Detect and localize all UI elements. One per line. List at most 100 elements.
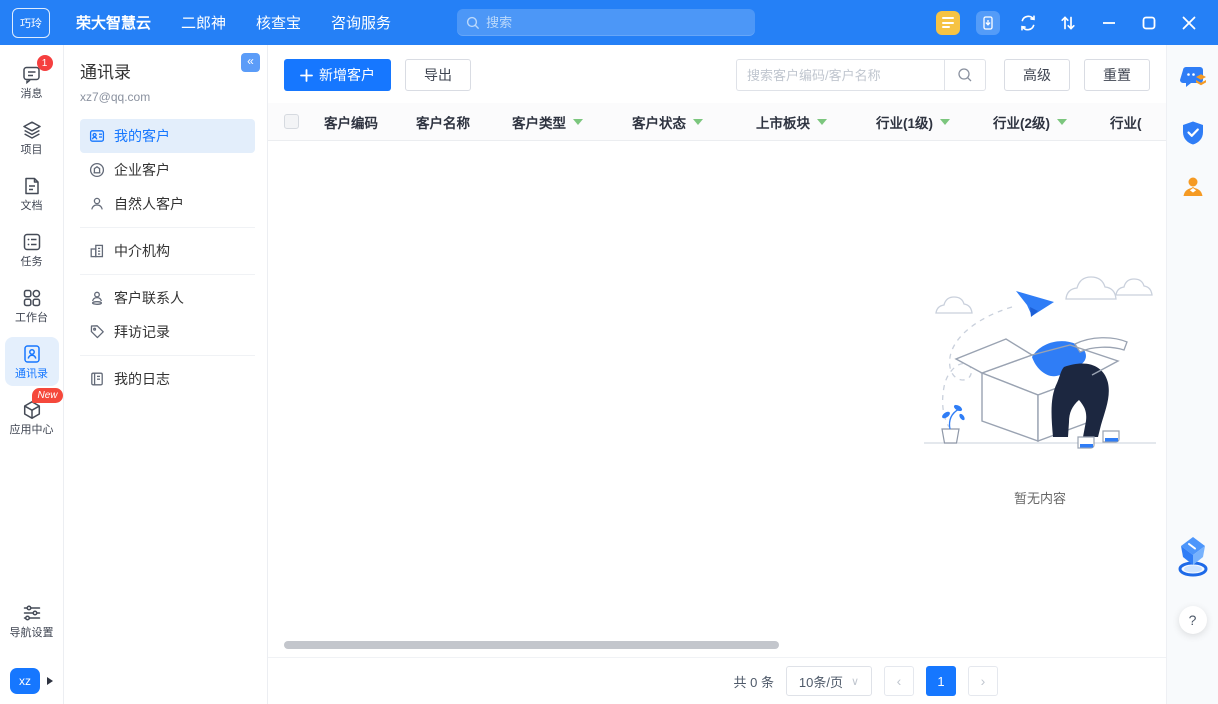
new-badge: New bbox=[32, 388, 62, 403]
column-industry-l2[interactable]: 行业(2级) bbox=[993, 112, 1110, 132]
sidebar-item-app-center[interactable]: 应用中心 New bbox=[5, 393, 59, 442]
sidebar-item-contacts[interactable]: 通讯录 bbox=[5, 337, 59, 386]
menu-item-visit-records[interactable]: 拜访记录 bbox=[80, 315, 255, 349]
contacts-menu: 我的客户 企业客户 自然人客户 中介机构 客 bbox=[80, 119, 255, 396]
customer-service-chat-icon[interactable] bbox=[1179, 65, 1207, 96]
global-search-box[interactable] bbox=[457, 9, 755, 36]
column-industry-l1[interactable]: 行业(1级) bbox=[876, 112, 993, 132]
select-all-checkbox[interactable] bbox=[284, 114, 299, 129]
avatar-expand-arrow[interactable] bbox=[47, 677, 53, 685]
export-button[interactable]: 导出 bbox=[405, 59, 471, 91]
prev-page-button[interactable]: ‹ bbox=[884, 666, 914, 696]
help-button[interactable]: ? bbox=[1179, 606, 1207, 634]
empty-illustration bbox=[920, 245, 1160, 455]
contacts-panel: « 通讯录 xz7@qq.com 我的客户 企业客户 自然人客户 bbox=[64, 45, 268, 704]
top-nav: 荣大智慧云 二郎神 核查宝 咨询服务 bbox=[76, 12, 391, 33]
filter-caret-icon[interactable] bbox=[1057, 119, 1067, 125]
menu-item-label: 客户联系人 bbox=[114, 288, 184, 308]
enterprise-icon bbox=[89, 162, 105, 178]
gem-cube-icon[interactable] bbox=[1175, 535, 1211, 582]
sidebar-item-workbench[interactable]: 工作台 bbox=[5, 281, 59, 330]
maximize-button[interactable] bbox=[1134, 8, 1164, 38]
column-customer-name[interactable]: 客户名称 bbox=[416, 112, 512, 132]
plus-icon bbox=[300, 69, 313, 82]
filter-caret-icon[interactable] bbox=[573, 119, 583, 125]
sidebar-item-tasks[interactable]: 任务 bbox=[5, 225, 59, 274]
id-card-icon bbox=[89, 128, 105, 144]
notes-icon[interactable] bbox=[936, 11, 960, 35]
menu-item-individual-customers[interactable]: 自然人客户 bbox=[80, 187, 255, 221]
app-window: 巧玲 荣大智慧云 二郎神 核查宝 咨询服务 bbox=[0, 0, 1218, 704]
menu-item-customer-contacts[interactable]: 客户联系人 bbox=[80, 281, 255, 315]
primary-sidebar: 消息 1 项目 文档 任务 工作台 通讯录 bbox=[0, 45, 64, 704]
add-customer-button[interactable]: 新增客户 bbox=[284, 59, 391, 91]
app-download-icon[interactable] bbox=[976, 11, 1000, 35]
column-customer-type[interactable]: 客户类型 bbox=[512, 112, 632, 132]
sidebar-item-messages[interactable]: 消息 1 bbox=[5, 57, 59, 106]
sync-icon[interactable] bbox=[1016, 11, 1040, 35]
menu-divider bbox=[80, 227, 255, 228]
chevron-down-icon: ∨ bbox=[851, 675, 859, 688]
titlebar-actions bbox=[936, 11, 1080, 35]
collapse-panel-button[interactable]: « bbox=[241, 53, 260, 72]
close-button[interactable] bbox=[1174, 8, 1204, 38]
customer-search-button[interactable] bbox=[944, 59, 986, 91]
sidebar-item-documents[interactable]: 文档 bbox=[5, 169, 59, 218]
menu-divider bbox=[80, 274, 255, 275]
title-bar: 巧玲 荣大智慧云 二郎神 核查宝 咨询服务 bbox=[0, 0, 1218, 45]
task-list-icon bbox=[21, 231, 43, 253]
menu-item-my-journal[interactable]: 我的日志 bbox=[80, 362, 255, 396]
sidebar-item-label: 工作台 bbox=[15, 312, 48, 325]
contacts-book-icon bbox=[21, 343, 43, 365]
contact-person-icon bbox=[89, 290, 105, 306]
column-customer-code[interactable]: 客户编码 bbox=[324, 112, 416, 132]
top-tab-hechabao[interactable]: 核查宝 bbox=[256, 12, 301, 33]
menu-item-enterprise-customers[interactable]: 企业客户 bbox=[80, 153, 255, 187]
scrollbar-thumb[interactable] bbox=[284, 641, 779, 649]
building-icon bbox=[89, 243, 105, 259]
message-count-badge: 1 bbox=[37, 55, 53, 71]
column-listing-board[interactable]: 上市板块 bbox=[756, 112, 876, 132]
app-logo[interactable]: 巧玲 bbox=[12, 8, 50, 38]
layers-icon bbox=[21, 119, 43, 141]
horizontal-scrollbar bbox=[284, 641, 1150, 649]
next-page-button[interactable]: › bbox=[968, 666, 998, 696]
filter-caret-icon[interactable] bbox=[693, 119, 703, 125]
menu-item-intermediaries[interactable]: 中介机构 bbox=[80, 234, 255, 268]
sidebar-item-label: 项目 bbox=[21, 144, 43, 157]
column-customer-status[interactable]: 客户状态 bbox=[632, 112, 756, 132]
shield-check-icon[interactable] bbox=[1181, 120, 1205, 151]
menu-item-label: 我的客户 bbox=[114, 126, 170, 146]
reset-button[interactable]: 重置 bbox=[1084, 59, 1150, 91]
menu-item-label: 自然人客户 bbox=[114, 194, 184, 214]
top-tab-zixunfuwu[interactable]: 咨询服务 bbox=[331, 12, 391, 33]
contact-card-icon[interactable] bbox=[1181, 175, 1205, 204]
menu-item-my-customers[interactable]: 我的客户 bbox=[80, 119, 255, 153]
filter-caret-icon[interactable] bbox=[817, 119, 827, 125]
page-number-1[interactable]: 1 bbox=[926, 666, 956, 696]
sidebar-item-nav-settings[interactable]: 导航设置 bbox=[5, 596, 59, 645]
document-icon bbox=[21, 175, 43, 197]
panel-title: 通讯录 bbox=[80, 58, 255, 83]
transfer-icon[interactable] bbox=[1056, 11, 1080, 35]
page-size-select[interactable]: 10条/页 ∨ bbox=[786, 666, 872, 696]
advanced-filter-button[interactable]: 高级 bbox=[1004, 59, 1070, 91]
sidebar-item-label: 导航设置 bbox=[10, 627, 54, 640]
column-industry-truncated[interactable]: 行业( bbox=[1110, 112, 1166, 132]
global-search-input[interactable] bbox=[486, 15, 746, 30]
menu-divider bbox=[80, 355, 255, 356]
customer-search-input[interactable] bbox=[736, 59, 944, 91]
filter-caret-icon[interactable] bbox=[940, 119, 950, 125]
search-icon bbox=[466, 16, 480, 30]
minimize-button[interactable] bbox=[1094, 8, 1124, 38]
top-tab-rongda[interactable]: 荣大智慧云 bbox=[76, 12, 151, 33]
floating-tools-strip: ? bbox=[1166, 45, 1218, 704]
person-icon bbox=[89, 196, 105, 212]
account-email: xz7@qq.com bbox=[80, 90, 255, 104]
top-tab-erlangshen[interactable]: 二郎神 bbox=[181, 12, 226, 33]
empty-state: 暂无内容 bbox=[920, 245, 1160, 507]
user-avatar[interactable]: xz bbox=[10, 668, 40, 694]
sidebar-item-projects[interactable]: 项目 bbox=[5, 113, 59, 162]
tag-icon bbox=[89, 324, 105, 340]
pagination-bar: 共 0 条 10条/页 ∨ ‹ 1 › bbox=[268, 657, 1166, 704]
